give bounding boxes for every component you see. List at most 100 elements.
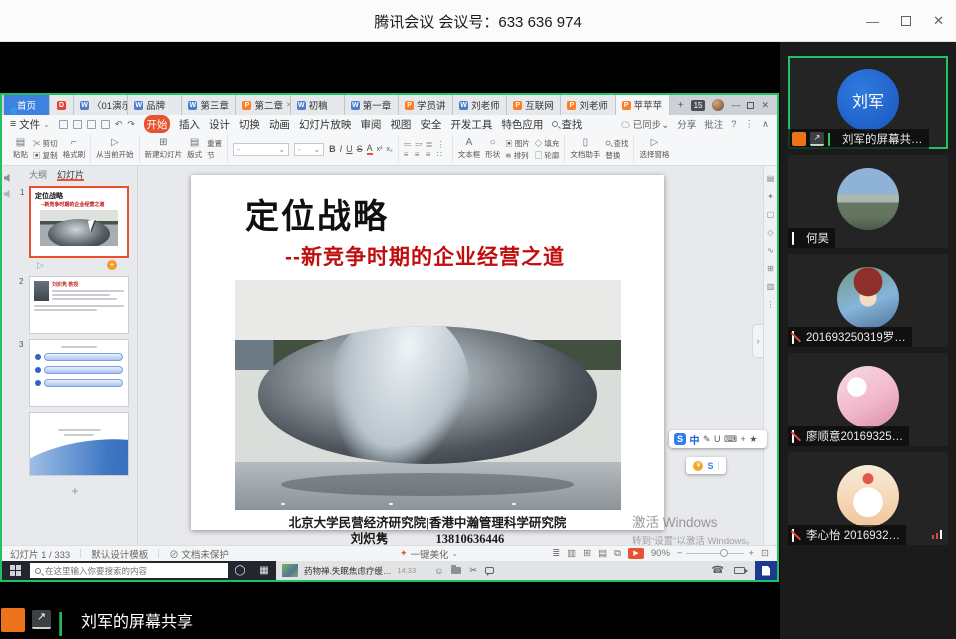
italic-button[interactable]: I xyxy=(340,144,343,154)
beautify-button[interactable]: ✦ 一键美化 ⌄ xyxy=(400,547,457,561)
close-icon[interactable]: ✕ xyxy=(933,13,944,29)
play-slide-icon[interactable]: ▷ xyxy=(37,260,44,271)
template-name[interactable]: 默认设计模板 xyxy=(91,547,148,561)
subscript-button[interactable]: x₂ xyxy=(386,146,392,153)
presenter-view-icon[interactable]: ⧉ xyxy=(614,548,621,559)
style-pane-icon[interactable]: ◇ xyxy=(767,228,773,237)
save-icon[interactable] xyxy=(59,120,68,129)
help-icon[interactable]: ? xyxy=(731,119,736,130)
start-button[interactable] xyxy=(2,561,28,580)
undo-icon[interactable]: ↶ xyxy=(115,119,123,130)
animation-pane-icon[interactable]: ✦ xyxy=(767,192,774,201)
arrange-button[interactable]: ≋ 排列 xyxy=(505,150,530,161)
layer-pane-icon[interactable]: ⊞ xyxy=(767,264,774,273)
edge-icon[interactable]: e xyxy=(2,103,26,117)
ime-mode[interactable]: 中 xyxy=(690,432,700,447)
copy-button[interactable]: ▣ 复制 xyxy=(33,150,58,161)
normal-view-icon[interactable]: ▥ xyxy=(567,548,576,559)
align-right-icon[interactable]: ≡ xyxy=(426,150,436,159)
file-menu[interactable]: ≡ 文件 ⌄ xyxy=(10,117,50,132)
section-button[interactable]: 节 xyxy=(207,150,222,161)
font-family-select[interactable]: -⌄ xyxy=(233,143,289,156)
read-aloud-icon[interactable] xyxy=(4,190,12,198)
slide-sorter-icon[interactable]: ⊞ xyxy=(583,548,591,559)
reading-view-icon[interactable]: ▤ xyxy=(598,548,607,559)
participant-tile[interactable]: 何昊 xyxy=(788,155,948,248)
text-box-button[interactable]: A文本框 xyxy=(458,138,481,160)
tab-count-badge[interactable]: 15 xyxy=(691,100,706,111)
menu-tab-features[interactable]: 特色应用 xyxy=(501,117,543,132)
doc-tab[interactable]: P学员讲 xyxy=(399,95,453,115)
wps-close-icon[interactable]: ✕ xyxy=(761,100,769,111)
line-spacing-icon[interactable]: ⋮ xyxy=(437,140,447,149)
more-pane-icon[interactable]: ⋮ xyxy=(767,300,775,309)
message-icon[interactable] xyxy=(485,567,494,574)
zoom-level[interactable]: 90% xyxy=(651,548,670,559)
align-left-icon[interactable]: ≡ xyxy=(404,150,414,159)
tab-docer[interactable]: D xyxy=(50,95,74,115)
doc-tab[interactable]: W第一章 xyxy=(345,95,399,115)
slide-thumbnail-1[interactable]: 1 定位战略 --新竞争时期的企业经营之道 xyxy=(29,186,129,258)
sogou-ime-bar[interactable]: S 中 ✎ U ⌨ + ★ xyxy=(669,430,767,448)
bold-button[interactable]: B xyxy=(329,144,336,154)
video-call-icon[interactable] xyxy=(734,567,745,574)
zoom-out-icon[interactable]: − xyxy=(677,548,683,559)
pen-icon[interactable]: ✎ xyxy=(703,434,711,445)
slideshow-play-button[interactable]: ▶ xyxy=(628,548,644,559)
doc-tab[interactable]: P第二章✕ xyxy=(236,95,290,115)
u-mode-icon[interactable]: U xyxy=(714,434,721,444)
columns-icon[interactable]: ∷ xyxy=(437,150,447,159)
menu-tab-security[interactable]: 安全 xyxy=(420,117,441,132)
comment-button[interactable]: 批注 xyxy=(704,117,723,131)
superscript-button[interactable]: x² xyxy=(377,146,383,153)
doc-tab[interactable]: W品牌 xyxy=(128,95,182,115)
keyboard-icon[interactable]: ⌨ xyxy=(724,434,737,445)
font-color-button[interactable]: A xyxy=(367,143,373,155)
menu-tab-start[interactable]: 开始 xyxy=(144,115,170,133)
preview-icon[interactable] xyxy=(101,120,110,129)
layout-button[interactable]: ▤版式 xyxy=(187,138,202,160)
menu-tab-slideshow[interactable]: 幻灯片放映 xyxy=(299,117,352,132)
scissors-icon[interactable]: ✂ xyxy=(469,565,477,576)
wps-minimize-icon[interactable]: — xyxy=(731,100,740,110)
wps-tray-icon[interactable] xyxy=(755,561,777,580)
menu-tab-view[interactable]: 视图 xyxy=(390,117,411,132)
font-size-select[interactable]: -⌄ xyxy=(294,143,324,156)
reset-button[interactable]: 重置 xyxy=(207,138,222,149)
redo-icon[interactable]: ↷ xyxy=(127,119,135,130)
chat-window-thumbnail[interactable] xyxy=(282,564,298,577)
outline-button[interactable]: ▢ 轮廓 xyxy=(535,150,560,161)
doc-tab[interactable]: P互联网 xyxy=(507,95,561,115)
fullscreen-icon[interactable]: ⊡ xyxy=(761,548,769,559)
menu-tab-review[interactable]: 审阅 xyxy=(360,117,381,132)
shape-button[interactable]: ○形状 xyxy=(485,138,500,160)
toolbox-icon[interactable]: + xyxy=(741,434,746,444)
notes-icon[interactable]: ≣ xyxy=(552,548,560,559)
cut-button[interactable]: ✂ 剪切 xyxy=(33,138,58,149)
cortana-icon[interactable]: ◯ xyxy=(228,565,252,576)
share-button[interactable]: 分享 xyxy=(677,117,696,131)
doc-assistant-button[interactable]: ▯文档助手 xyxy=(570,138,600,160)
maximize-icon[interactable] xyxy=(901,16,911,26)
print-icon[interactable] xyxy=(87,120,96,129)
task-view-icon[interactable]: ▦ xyxy=(252,565,276,576)
menu-tab-design[interactable]: 设计 xyxy=(209,117,230,132)
bullet-list-icon[interactable]: ≔ xyxy=(404,140,414,149)
align-center-icon[interactable]: ≡ xyxy=(415,150,425,159)
participant-tile[interactable]: 刘军 ↗ 刘军的屏幕共… xyxy=(788,56,948,149)
doc-tab[interactable]: W〈01演示 xyxy=(74,95,128,115)
menu-tab-animation[interactable]: 动画 xyxy=(269,117,290,132)
new-slide-button[interactable]: ⊞新建幻灯片 xyxy=(145,138,183,160)
speaker-icon[interactable] xyxy=(4,174,12,182)
zoom-track[interactable] xyxy=(686,553,744,555)
slide-thumbnail-4[interactable]: 4 xyxy=(29,412,129,476)
number-list-icon[interactable]: ≕ xyxy=(415,140,425,149)
doc-tab[interactable]: W第三章 xyxy=(182,95,236,115)
underline-button[interactable]: U xyxy=(346,144,353,154)
slide-thumbnail-3[interactable]: 3 xyxy=(29,339,129,407)
comment-pane-icon[interactable]: ▢ xyxy=(767,210,775,219)
doc-tab[interactable]: P刘老师 xyxy=(561,95,615,115)
panel-collapse-handle[interactable]: › xyxy=(752,324,763,358)
properties-icon[interactable]: ▤ xyxy=(767,174,775,183)
sogou-mini-panel[interactable]: ¥ S xyxy=(686,457,726,474)
